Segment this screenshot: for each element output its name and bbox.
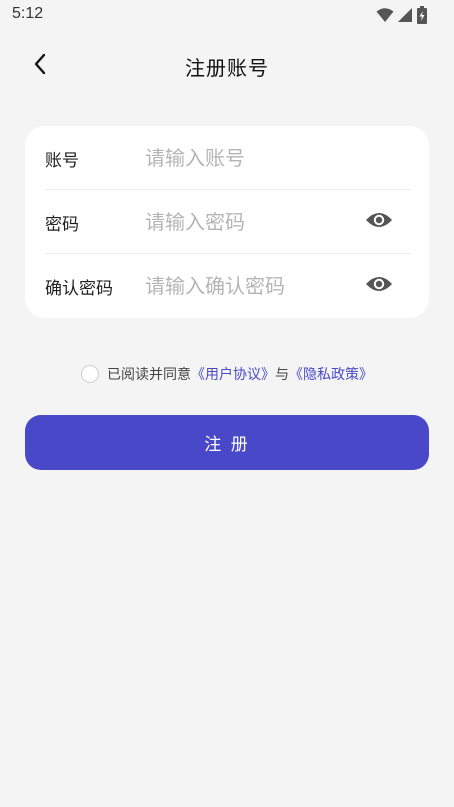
account-input[interactable] bbox=[145, 138, 345, 178]
register-button[interactable]: 注 册 bbox=[25, 415, 429, 470]
password-label: 密码 bbox=[45, 214, 79, 235]
cellular-signal-icon bbox=[397, 7, 413, 23]
account-row: 账号 bbox=[25, 126, 429, 190]
agreement-conjunction: 与 bbox=[275, 367, 289, 383]
nav-bar: 注册账号 bbox=[0, 40, 454, 92]
page-title: 注册账号 bbox=[185, 56, 269, 80]
agreement-prefix: 已阅读并同意 bbox=[107, 367, 191, 383]
agreement-checkbox[interactable] bbox=[81, 365, 99, 383]
account-label: 账号 bbox=[45, 150, 79, 171]
agreement-row: 已阅读并同意 《用户协议》 与 《隐私政策》 bbox=[0, 362, 454, 386]
eye-icon bbox=[365, 274, 393, 298]
eye-icon bbox=[365, 210, 393, 234]
register-form-card: 账号 密码 确认密码 bbox=[25, 126, 429, 318]
confirm-password-row: 确认密码 bbox=[25, 254, 429, 318]
confirm-password-visibility-toggle[interactable] bbox=[364, 271, 394, 301]
confirm-password-label: 确认密码 bbox=[45, 278, 113, 299]
status-icons bbox=[376, 6, 428, 24]
password-visibility-toggle[interactable] bbox=[364, 207, 394, 237]
password-row: 密码 bbox=[25, 190, 429, 254]
status-time: 5:12 bbox=[12, 5, 44, 22]
status-bar: 5:12 bbox=[0, 0, 454, 32]
user-agreement-link[interactable]: 《用户协议》 bbox=[191, 364, 275, 384]
wifi-icon bbox=[376, 7, 394, 23]
confirm-password-input[interactable] bbox=[145, 266, 345, 306]
password-input[interactable] bbox=[145, 202, 345, 242]
battery-charging-icon bbox=[416, 6, 428, 24]
privacy-policy-link[interactable]: 《隐私政策》 bbox=[289, 364, 373, 384]
